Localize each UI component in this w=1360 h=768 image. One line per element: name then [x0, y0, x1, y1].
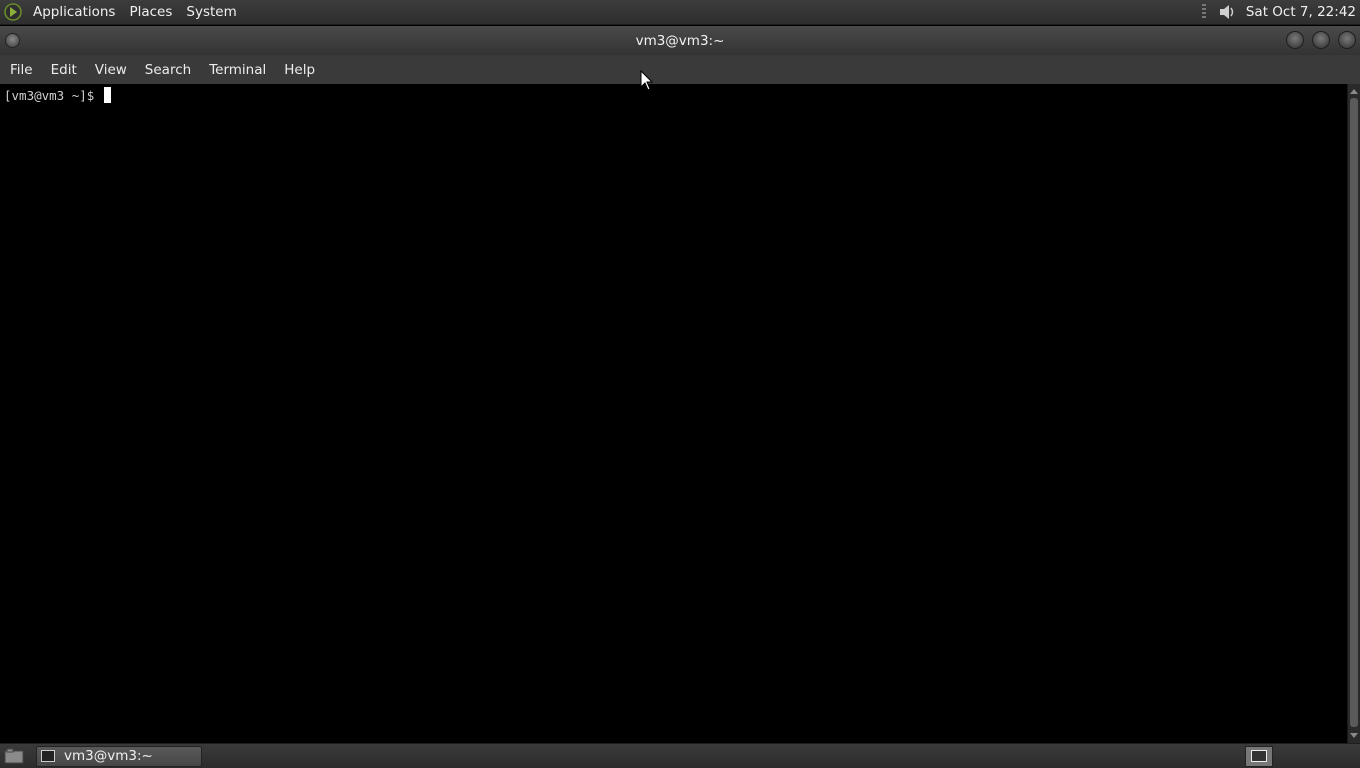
maximize-button[interactable]: [1312, 31, 1330, 49]
prompt-line: [vm3@vm3 ~]$: [4, 87, 1343, 103]
places-menu[interactable]: Places: [122, 0, 179, 25]
menu-terminal[interactable]: Terminal: [202, 62, 273, 78]
mouse-pointer-icon: [640, 70, 654, 91]
window-title: vm3@vm3:~: [635, 32, 725, 49]
minimize-button[interactable]: [1286, 31, 1304, 49]
workspace-switcher[interactable]: [1245, 745, 1273, 767]
close-button[interactable]: [1338, 31, 1356, 49]
text-cursor: [103, 87, 111, 103]
window-titlebar[interactable]: vm3@vm3:~: [0, 26, 1360, 55]
show-desktop-icon[interactable]: [2, 746, 26, 767]
scrollbar-thumb[interactable]: [1350, 98, 1358, 727]
shell-prompt: [vm3@vm3 ~]$: [4, 87, 102, 103]
menu-file[interactable]: File: [3, 62, 40, 78]
terminal-menubar: File Edit View Search Terminal Help: [0, 55, 1360, 84]
system-tray: Sat Oct 7, 22:42: [1201, 0, 1360, 25]
panel-drag-handle[interactable]: [1201, 4, 1206, 20]
window-controls: [1286, 31, 1356, 49]
terminal-icon: [41, 750, 55, 762]
workspace-icon: [1251, 750, 1267, 762]
applications-menu[interactable]: Applications: [26, 0, 122, 25]
menu-search[interactable]: Search: [138, 62, 198, 78]
menu-edit[interactable]: Edit: [44, 62, 84, 78]
clock[interactable]: Sat Oct 7, 22:42: [1246, 4, 1360, 20]
panel-menu: Applications Places System: [26, 0, 244, 25]
bottom-panel: vm3@vm3:~: [0, 743, 1360, 768]
menu-view[interactable]: View: [88, 62, 134, 78]
scroll-down-arrow-icon[interactable]: [1350, 733, 1358, 738]
terminal-scrollbar[interactable]: [1347, 84, 1360, 743]
scroll-up-arrow-icon[interactable]: [1350, 89, 1358, 94]
speaker-volume-icon[interactable]: [1216, 1, 1238, 23]
taskbar-window-label: vm3@vm3:~: [64, 748, 153, 764]
menu-help[interactable]: Help: [277, 62, 322, 78]
top-panel: Applications Places System Sat Oct 7, 22…: [0, 0, 1360, 25]
window-menu-button[interactable]: [5, 33, 20, 48]
system-menu[interactable]: System: [179, 0, 243, 25]
distro-logo-icon[interactable]: [0, 0, 26, 25]
taskbar-window-button[interactable]: vm3@vm3:~: [36, 745, 202, 767]
terminal-area[interactable]: [vm3@vm3 ~]$: [0, 84, 1347, 743]
